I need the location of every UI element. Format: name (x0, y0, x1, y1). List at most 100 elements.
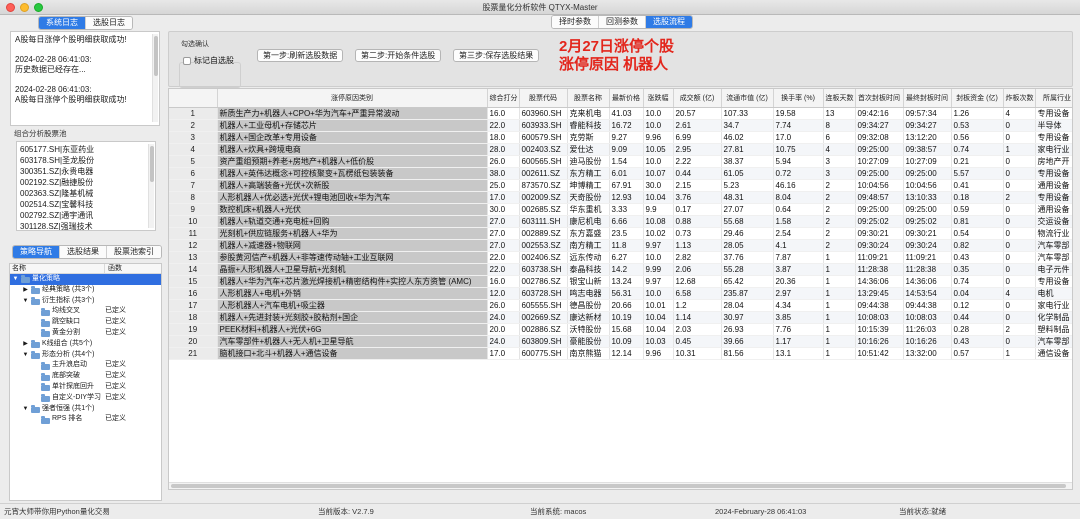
column-header[interactable]: 最新价格 (609, 89, 644, 108)
table-row[interactable]: 13 参股黄河信产+机器人+非等速传动轴+工业互联网 22.0 002406.SZ 远东… (169, 251, 1072, 264)
stock-pool-list[interactable]: 605177.SH|东亚药业 603178.SH|圣龙股份 300351.SZ|永贵… (16, 141, 156, 231)
expanded-arrow-icon[interactable]: ▼ (22, 404, 29, 415)
tree-node[interactable]: ▼ 强者恒强 (共1个) (10, 404, 161, 415)
tree-node[interactable]: 自定义-DIY学习 已定义 (10, 393, 161, 404)
column-header[interactable]: 连板天数 (823, 89, 856, 108)
table-row[interactable]: 2 机器人+工业母机+存储芯片 22.0 603933.SH 睿能科技 16.72 10.0… (169, 119, 1072, 132)
tab-strategy-nav[interactable]: 策略导航 (13, 246, 60, 258)
expanded-arrow-icon[interactable]: ▼ (12, 274, 19, 285)
table-cell: 康尼机电 (567, 215, 610, 228)
column-header[interactable]: 最终封板时间 (903, 89, 952, 108)
table-row[interactable]: 10 机器人+轨道交通+充电桩+回购 27.0 603111.SH 康尼机电 6.66 10… (169, 215, 1072, 228)
stock-pool-item[interactable]: 002192.SZ|融捷股份 (20, 177, 152, 188)
tree-node[interactable]: 均线交叉 已定义 (10, 306, 161, 317)
tab-selection-results[interactable]: 选股结果 (60, 246, 107, 258)
results-table[interactable]: 涨停原因类别 综合打分 股票代码 股票名称 最新价格 涨跌幅 成交额 (亿) 流通市值 (亿)… (168, 88, 1073, 490)
minimize-window-button[interactable] (20, 3, 29, 12)
column-header[interactable]: 首次封板时间 (855, 89, 904, 108)
table-cell: 脑机接口+北斗+机器人+通信设备 (217, 347, 488, 360)
table-row[interactable]: 21 脑机接口+北斗+机器人+通信设备 17.0 600775.SH 南京熊猫 12.14… (169, 347, 1072, 360)
mark-favorite-checkbox[interactable]: 标记自选股 (183, 55, 234, 66)
table-cell: 30.97 (721, 311, 774, 324)
table-cell: 10:27:09 (855, 155, 904, 168)
tab-selection-log[interactable]: 选股日志 (86, 17, 132, 29)
collapsed-arrow-icon[interactable]: ▶ (22, 285, 29, 296)
tree-node[interactable]: ▼ 衍生指标 (共3个) (10, 296, 161, 307)
table-row[interactable]: 6 机器人+英伟达概念+可控核聚变+瓦楞纸包装装备 38.0 002611.SZ 东方精… (169, 167, 1072, 180)
start-selection-button[interactable]: 第二步:开始条件选股 (355, 49, 442, 62)
log-output[interactable]: A股每日涨停个股明细获取成功! 2024-02-28 06:41:03: 历史数… (10, 31, 160, 126)
table-row[interactable]: 7 机器人+高端装备+光伏+次新股 25.0 873570.SZ 坤博精工 67.91 30… (169, 179, 1072, 192)
expanded-arrow-icon[interactable]: ▼ (22, 296, 29, 307)
stock-pool-item[interactable]: 300351.SZ|永贵电器 (20, 166, 152, 177)
tab-timing-params[interactable]: 择时参数 (552, 16, 599, 28)
column-header[interactable]: 炸板次数 (1003, 89, 1036, 108)
column-header[interactable]: 所属行业 (1035, 89, 1072, 108)
table-row[interactable]: 18 机器人+先进封装+光刻胶+胶粘剂+国企 24.0 002669.SZ 康达新材 10… (169, 311, 1072, 324)
tree-node[interactable]: ▼ 量化策略 (10, 274, 161, 285)
table-row[interactable]: 16 人形机器人+电机+外销 12.0 603728.SH 鸣志电器 56.31 10.0 6… (169, 287, 1072, 300)
tree-node[interactable]: RPS 排名 已定义 (10, 414, 161, 425)
tab-selection-flow[interactable]: 选股流程 (646, 16, 692, 28)
tree-node[interactable]: ▶ 经典策略 (共3个) (10, 285, 161, 296)
tree-node[interactable]: 黄金分割 已定义 (10, 328, 161, 339)
close-window-button[interactable] (6, 3, 15, 12)
table-row[interactable]: 19 PEEK材料+机器人+光伏+6G 20.0 002886.SZ 沃特股份 15.68… (169, 323, 1072, 336)
table-row[interactable]: 12 机器人+减速器+物联网 27.0 002553.SZ 南方精工 11.8 9.97 1.… (169, 239, 1072, 252)
tree-node[interactable]: ▶ K线组合 (共5个) (10, 339, 161, 350)
checkbox-box[interactable] (183, 56, 191, 65)
stock-pool-item[interactable]: 603178.SH|圣龙股份 (20, 155, 152, 166)
tree-node[interactable]: 底部突破 已定义 (10, 371, 161, 382)
table-row[interactable]: 15 机器人+华为汽车+芯片激光焊接机+精密结构件+实控人东方资管 (AMC) 16… (169, 275, 1072, 288)
save-results-button[interactable]: 第三步:保存选股结果 (453, 49, 540, 62)
table-cell: 专用设备 (1035, 275, 1072, 288)
table-row[interactable]: 20 汽车零部件+机器人+无人机+卫星导航 24.0 603809.SH 豪能股份 10.… (169, 335, 1072, 348)
table-row[interactable]: 8 人形机器人+优必选+光伏+锂电池回收+华为汽车 17.0 002009.SZ 天奇股… (169, 191, 1072, 204)
tab-backtest-params[interactable]: 回测参数 (599, 16, 646, 28)
table-row[interactable]: 5 资产重组预期+养老+房地产+机器人+低价股 26.0 600565.SH 迪马股份 1… (169, 155, 1072, 168)
table-hscrollbar[interactable] (169, 482, 1072, 489)
column-header[interactable]: 股票代码 (519, 89, 568, 108)
tree-node[interactable]: 主升浪启动 已定义 (10, 360, 161, 371)
stock-pool-item[interactable]: 301128.SZ|强瑞技术 (20, 221, 152, 230)
table-row[interactable]: 3 机器人+国企改革+专用设备 18.0 600579.SH 克劳斯 9.27 9.96 6.… (169, 131, 1072, 144)
column-header[interactable]: 封板资金 (亿) (951, 89, 1004, 108)
tab-stock-pool-index[interactable]: 股票池索引 (107, 246, 161, 258)
table-cell: 09:48:57 (855, 191, 904, 204)
tree-node[interactable]: 单针探底回升 已定义 (10, 382, 161, 393)
table-row[interactable]: 9 数控机床+机器人+光伏 30.0 002685.SZ 华东重机 3.33 9.9 0.17… (169, 203, 1072, 216)
stock-pool-item[interactable]: 002363.SZ|隆基机械 (20, 188, 152, 199)
refresh-data-button[interactable]: 第一步:刷新选股数据 (257, 49, 344, 62)
table-cell: 30.0 (643, 179, 674, 192)
column-header[interactable] (169, 89, 218, 108)
tab-system-log[interactable]: 系统日志 (39, 17, 86, 29)
strategy-tree[interactable]: 名称 函数 ▼ 量化策略 ▶ 经典策略 (共3个) ▼ 衍生指标 (共3个) 均线交叉 已定义… (9, 263, 162, 501)
table-cell: 13.1 (773, 347, 824, 360)
table-cell: 1 (823, 251, 856, 264)
table-cell: 09:25:00 (903, 203, 952, 216)
column-header[interactable]: 涨跌幅 (643, 89, 674, 108)
stock-pool-item[interactable]: 605177.SH|东亚药业 (20, 144, 152, 155)
column-header[interactable]: 成交额 (亿) (673, 89, 722, 108)
table-row[interactable]: 4 机器人+炊具+跨境电商 28.0 002403.SZ 爱仕达 9.09 10.05 2.9… (169, 143, 1072, 156)
row-number: 10 (169, 215, 218, 228)
tree-node[interactable]: ▼ 形态分析 (共4个) (10, 350, 161, 361)
column-header[interactable]: 涨停原因类别 (217, 89, 488, 108)
column-header[interactable]: 综合打分 (487, 89, 520, 108)
table-row[interactable]: 11 光刻机+供应链服务+机器人+华为 27.0 002889.SZ 东方嘉盛 23.5 1… (169, 227, 1072, 240)
column-header[interactable]: 流通市值 (亿) (721, 89, 774, 108)
tree-node[interactable]: 跳空缺口 已定义 (10, 317, 161, 328)
column-header[interactable]: 股票名称 (567, 89, 610, 108)
expanded-arrow-icon[interactable]: ▼ (22, 350, 29, 361)
stock-pool-item[interactable]: 002792.SZ|通宇通讯 (20, 210, 152, 221)
table-row[interactable]: 14 晶振+人形机器人+卫星导航+光刻机 22.0 603738.SH 泰晶科技 14.2… (169, 263, 1072, 276)
stock-pool-scrollbar[interactable] (148, 144, 154, 228)
stock-pool-item[interactable]: 002514.SZ|宝馨科技 (20, 199, 152, 210)
log-scrollbar[interactable] (152, 34, 158, 122)
table-row[interactable]: 1 新质生产力+机器人+CPO+华为汽车+严重异常波动 16.0 603960.SH 克… (169, 107, 1072, 120)
table-cell: 09:25:00 (855, 143, 904, 156)
zoom-window-button[interactable] (34, 3, 43, 12)
column-header[interactable]: 换手率 (%) (773, 89, 824, 108)
collapsed-arrow-icon[interactable]: ▶ (22, 339, 29, 350)
table-row[interactable]: 17 人形机器人+汽车电机+吸尘器 26.0 605555.SH 德昌股份 20.66 10… (169, 299, 1072, 312)
